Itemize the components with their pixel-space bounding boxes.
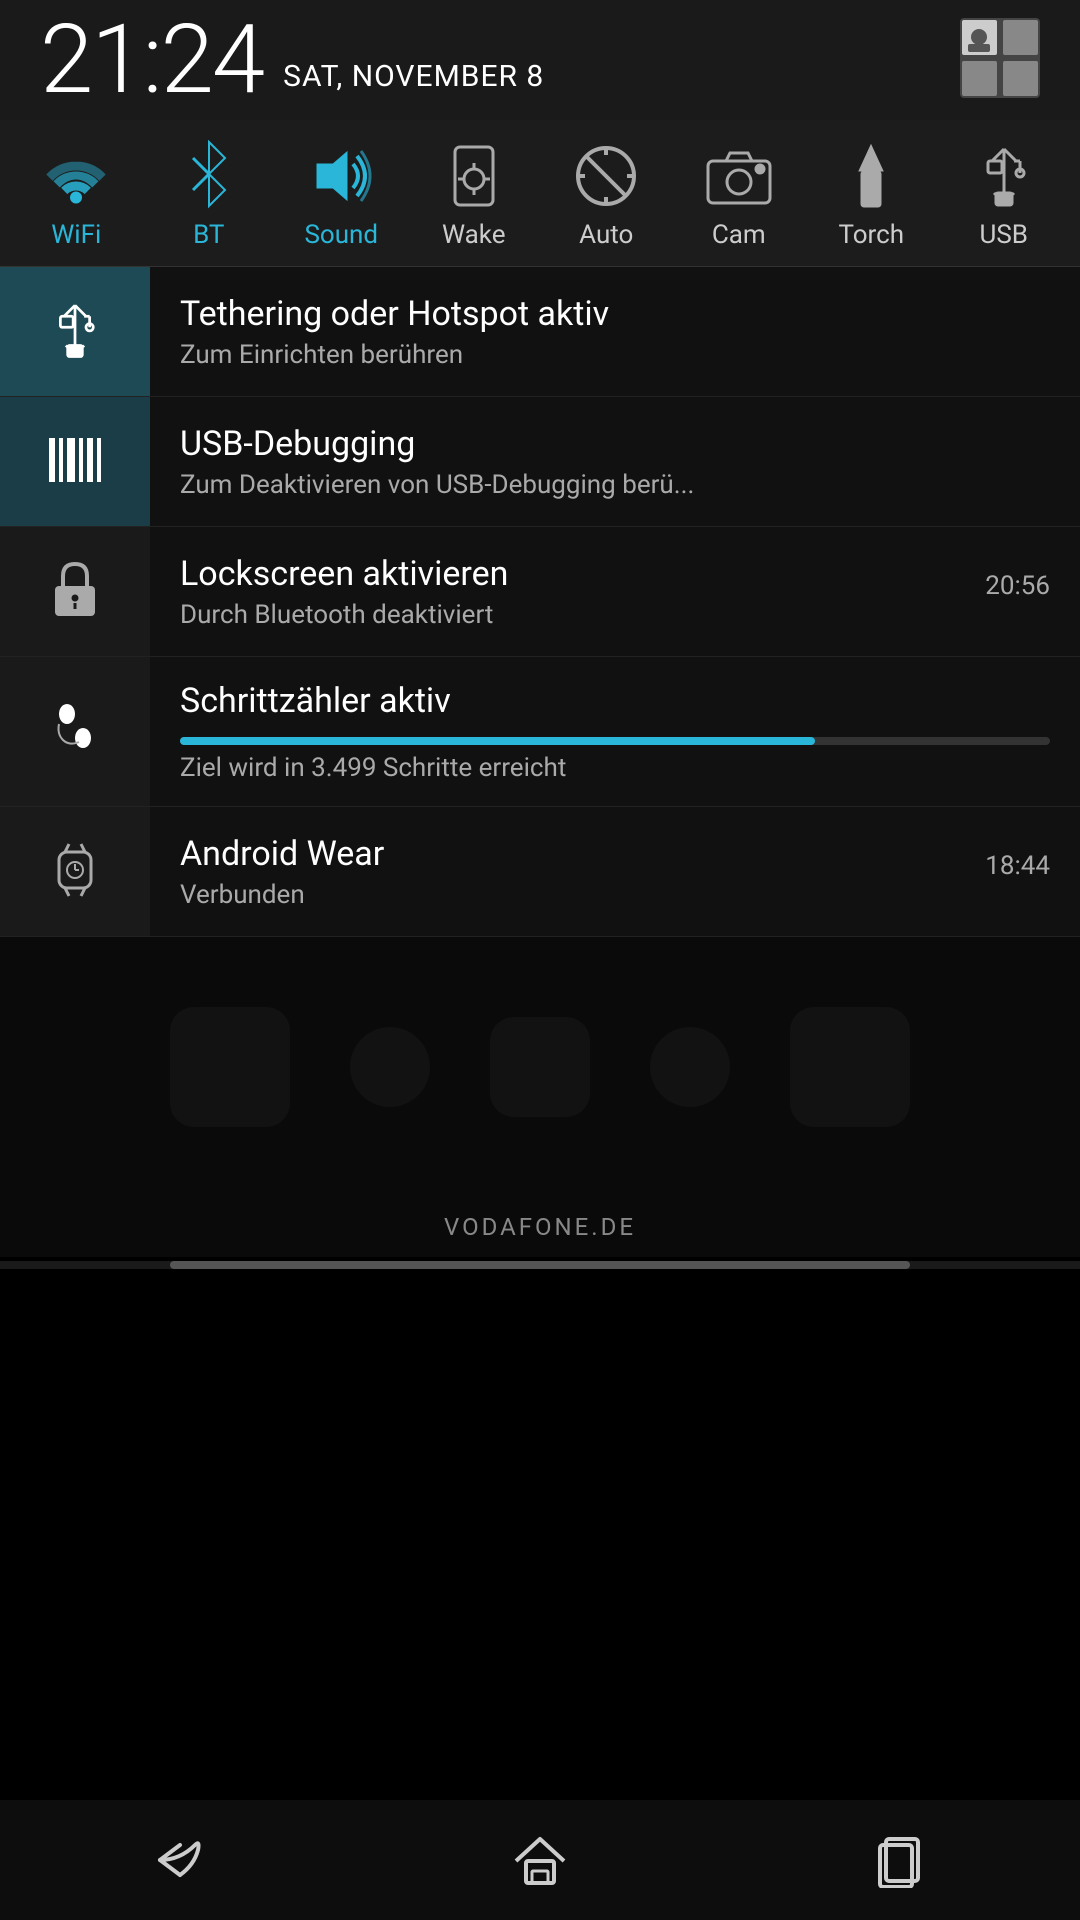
toggle-torch[interactable]: Torch (811, 140, 931, 250)
toggle-cam[interactable]: Cam (679, 140, 799, 250)
carrier-label: VODAFONE.DE (0, 1197, 1080, 1257)
steps-progress-bar (180, 737, 815, 745)
watch-icon (51, 838, 99, 906)
usb-label: USB (980, 220, 1029, 250)
notification-steps[interactable]: Schrittzähler aktiv Ziel wird in 3.499 S… (0, 657, 1080, 807)
bg-app-4 (650, 1027, 730, 1107)
notif-icon-area-tethering (0, 267, 150, 396)
toggle-wake[interactable]: Wake (414, 140, 534, 250)
lock-icon (49, 558, 101, 626)
recents-button[interactable] (840, 1820, 960, 1900)
usb-icon (968, 140, 1040, 212)
notif-time-wear: 18:44 (985, 829, 1080, 903)
notif-title-usb-debug: USB-Debugging (180, 424, 1050, 464)
steps-icon (49, 698, 101, 766)
cam-label: Cam (712, 220, 766, 250)
notif-time-lockscreen: 20:56 (985, 549, 1080, 623)
tethering-icon (43, 298, 107, 366)
bg-app-1 (170, 1007, 290, 1127)
barcode-icon (45, 430, 105, 494)
back-button[interactable] (120, 1820, 240, 1900)
toggle-auto[interactable]: Auto (546, 140, 666, 250)
notification-wear[interactable]: Android Wear Verbunden 18:44 (0, 807, 1080, 937)
date: SAT, NOVEMBER 8 (283, 59, 544, 94)
auto-icon (570, 140, 642, 212)
notification-tethering[interactable]: Tethering oder Hotspot aktiv Zum Einrich… (0, 267, 1080, 397)
bg-app-2 (350, 1027, 430, 1107)
wake-label: Wake (442, 220, 506, 250)
notifications-list: Tethering oder Hotspot aktiv Zum Einrich… (0, 267, 1080, 937)
clock: 21:24 (40, 12, 263, 108)
profile-icon[interactable] (960, 18, 1040, 102)
sound-icon (305, 140, 377, 212)
toggle-sound[interactable]: Sound (281, 140, 401, 250)
notif-content-steps: Schrittzähler aktiv Ziel wird in 3.499 S… (150, 657, 1080, 806)
background-apps (0, 937, 1080, 1197)
bt-label: BT (193, 220, 224, 250)
wake-icon (438, 140, 510, 212)
notification-usb-debug[interactable]: USB-Debugging Zum Deaktivieren von USB-D… (0, 397, 1080, 527)
torch-label: Torch (838, 220, 904, 250)
toggle-usb[interactable]: USB (944, 140, 1064, 250)
toggle-wifi[interactable]: WiFi (16, 140, 136, 250)
notif-icon-area-lockscreen (0, 527, 150, 656)
bt-icon (173, 140, 245, 212)
notif-sub-tethering: Zum Einrichten berühren (180, 340, 910, 370)
notif-sub-wear: Verbunden (180, 880, 910, 910)
sound-label: Sound (304, 220, 378, 250)
auto-label: Auto (579, 220, 633, 250)
notification-lockscreen[interactable]: Lockscreen aktivieren Durch Bluetooth de… (0, 527, 1080, 657)
status-bar: 21:24 SAT, NOVEMBER 8 (0, 0, 1080, 120)
notif-content-tethering: Tethering oder Hotspot aktiv Zum Einrich… (150, 267, 1080, 396)
wifi-label: WiFi (51, 220, 101, 250)
notif-content-wear: Android Wear Verbunden (150, 807, 985, 936)
notif-icon-area-steps (0, 657, 150, 806)
wifi-icon (40, 140, 112, 212)
quick-toggles: WiFi BT Sound (0, 120, 1080, 267)
notif-title-wear: Android Wear (180, 834, 955, 874)
notif-icon-area-wear (0, 807, 150, 936)
scroll-indicator (0, 1261, 1080, 1269)
bg-app-3 (490, 1017, 590, 1117)
notif-icon-area-usb-debug (0, 397, 150, 526)
notif-sub-usb-debug: Zum Deaktivieren von USB-Debugging berü.… (180, 470, 910, 500)
nav-bar (0, 1800, 1080, 1920)
home-button[interactable] (480, 1820, 600, 1900)
toggle-bt[interactable]: BT (149, 140, 269, 250)
notif-sub-lockscreen: Durch Bluetooth deaktiviert (180, 600, 910, 630)
torch-icon (835, 140, 907, 212)
cam-icon (703, 140, 775, 212)
notif-sub-steps: Ziel wird in 3.499 Schritte erreicht (180, 753, 910, 783)
notif-title-lockscreen: Lockscreen aktivieren (180, 554, 955, 594)
bg-app-5 (790, 1007, 910, 1127)
steps-progress-container (180, 737, 1050, 745)
notif-content-usb-debug: USB-Debugging Zum Deaktivieren von USB-D… (150, 397, 1080, 526)
scroll-thumb (170, 1261, 910, 1269)
notif-title-tethering: Tethering oder Hotspot aktiv (180, 294, 1050, 334)
notif-title-steps: Schrittzähler aktiv (180, 681, 1050, 721)
notif-content-lockscreen: Lockscreen aktivieren Durch Bluetooth de… (150, 527, 985, 656)
